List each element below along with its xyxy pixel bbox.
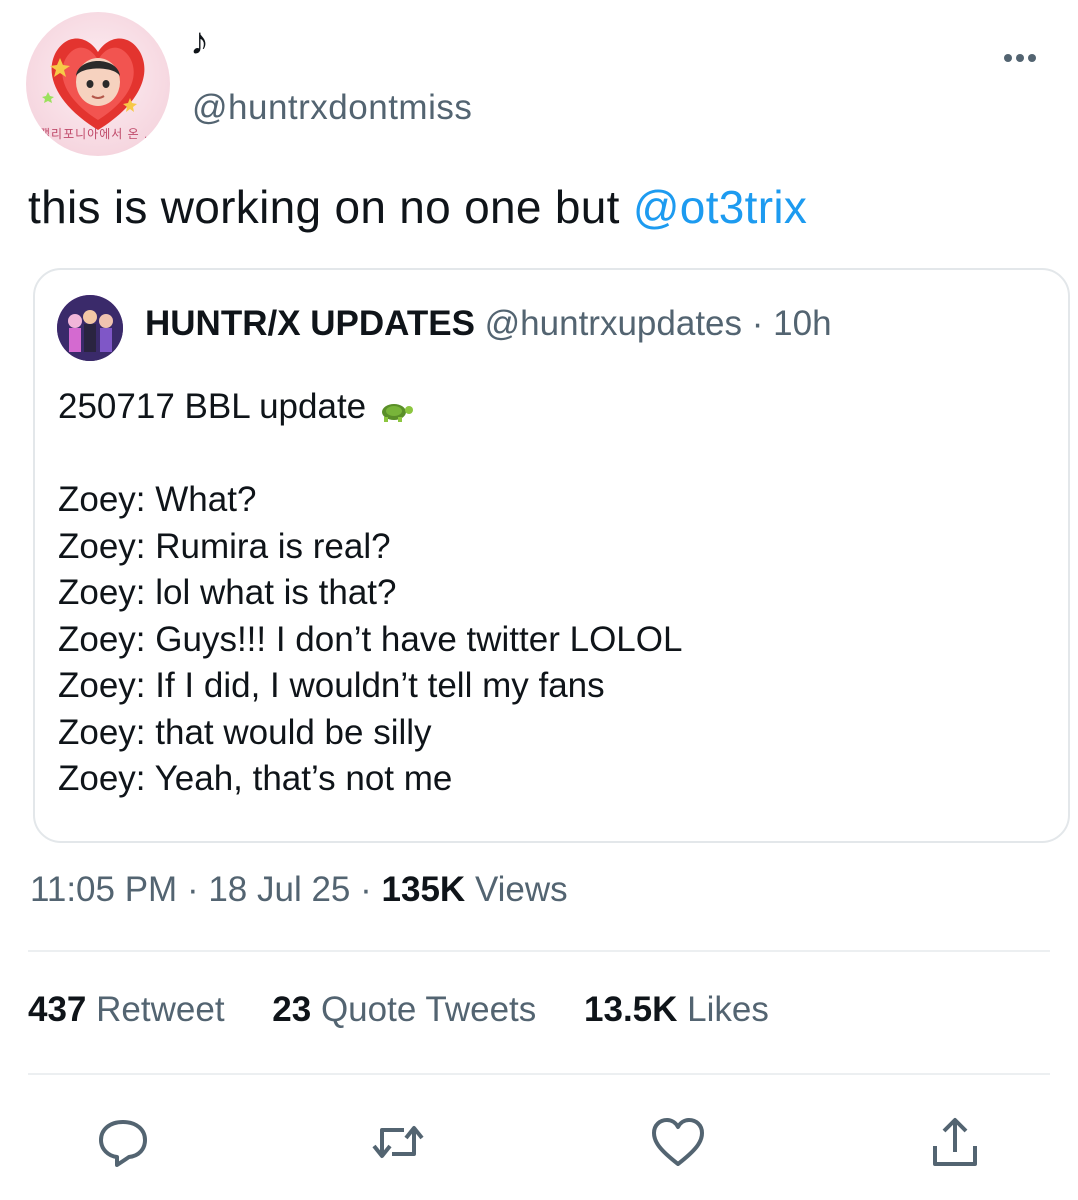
views-count: 135K xyxy=(381,870,466,909)
author-display-name[interactable]: ♪ xyxy=(190,20,209,64)
quoted-line: Zoey: Rumira is real? xyxy=(58,526,391,566)
tweet-text: this is working on no one but @ot3trix xyxy=(28,178,807,236)
engagement-stats: 437 Retweet 23 Quote Tweets 13.5K Likes xyxy=(28,990,807,1030)
quoted-header: HUNTR/X UPDATES @huntrxupdates · 10h xyxy=(145,300,832,348)
retweets-count: 437 xyxy=(28,990,87,1029)
likes-stat[interactable]: 13.5K Likes xyxy=(584,990,769,1029)
post-date[interactable]: 18 Jul 25 xyxy=(208,870,350,909)
quoted-line: Zoey: Yeah, that’s not me xyxy=(58,759,453,798)
post-time[interactable]: 11:05 PM xyxy=(30,870,177,909)
tweet-body: this is working on no one but xyxy=(28,181,633,233)
quoted-line: Zoey: Guys!!! I don’t have twitter LOLOL xyxy=(58,619,683,659)
turtle-icon xyxy=(376,390,416,437)
reply-icon[interactable] xyxy=(93,1112,153,1172)
retweet-icon[interactable] xyxy=(368,1112,428,1172)
quoted-author-avatar[interactable] xyxy=(57,295,123,361)
quoted-tweet-body: 250717 BBL update Zoey: What? Zoey: Rumi… xyxy=(58,384,682,803)
divider xyxy=(28,1073,1050,1075)
mention-link[interactable]: @ot3trix xyxy=(633,181,807,233)
views-label: Views xyxy=(474,870,568,909)
meta-separator: · xyxy=(360,870,372,909)
retweets-label: Retweet xyxy=(96,990,225,1029)
divider xyxy=(28,950,1050,952)
quoted-line: Zoey: What? xyxy=(58,480,257,519)
quoted-line-text: 250717 BBL update xyxy=(58,387,367,426)
avatar-caption: 캘리포니아에서 온 ... xyxy=(39,127,157,141)
quotes-label: Quote Tweets xyxy=(320,990,537,1029)
quoted-first-line: 250717 BBL update xyxy=(58,384,682,431)
retweets-stat[interactable]: 437 Retweet xyxy=(28,990,225,1029)
like-icon[interactable] xyxy=(648,1112,708,1172)
author-avatar[interactable]: 캘리포니아에서 온 ... xyxy=(26,12,170,156)
meta-separator: · xyxy=(186,870,199,909)
likes-label: Likes xyxy=(687,990,769,1029)
share-icon[interactable] xyxy=(925,1112,985,1172)
quote-tweets-stat[interactable]: 23 Quote Tweets xyxy=(272,990,536,1029)
quoted-line: Zoey: lol what is that? xyxy=(58,573,397,612)
header-separator: · xyxy=(751,304,764,343)
quoted-time: 10h xyxy=(773,304,832,343)
timestamp-row: 11:05 PM · 18 Jul 25 · 135K Views xyxy=(30,870,568,910)
likes-count: 13.5K xyxy=(584,990,678,1029)
quoted-author-name[interactable]: HUNTR/X UPDATES xyxy=(145,304,475,343)
quoted-line: Zoey: that would be silly xyxy=(58,712,432,752)
author-handle[interactable]: @huntrxdontmiss xyxy=(192,88,472,128)
more-options-icon[interactable] xyxy=(1000,48,1040,68)
line-spacer xyxy=(58,431,682,478)
quoted-author-handle[interactable]: @huntrxupdates xyxy=(485,304,742,343)
quotes-count: 23 xyxy=(272,990,312,1029)
quoted-line: Zoey: If I did, I wouldn’t tell my fans xyxy=(58,666,605,705)
